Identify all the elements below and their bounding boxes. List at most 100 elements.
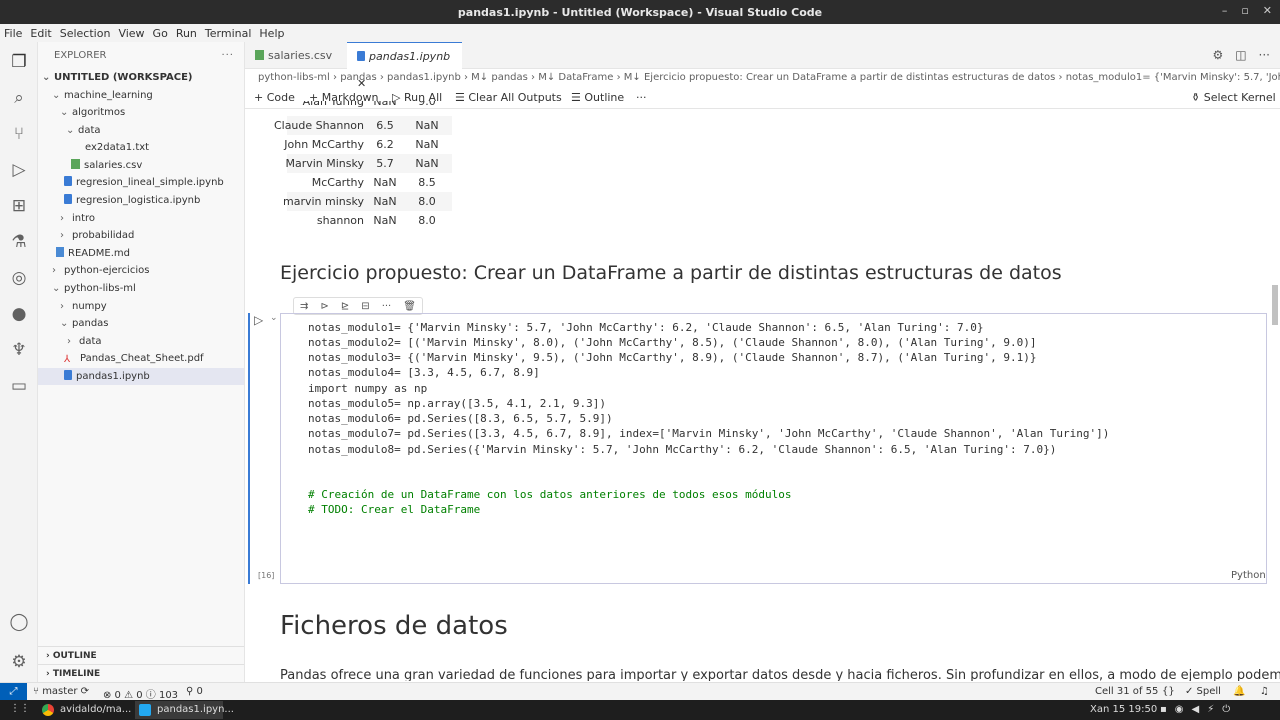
markdown-heading-ejercicio[interactable]: Ejercicio propuesto: Crear un DataFrame …: [280, 262, 1062, 284]
workspace-root[interactable]: ⌄ UNTITLED (WORKSPACE): [38, 69, 244, 86]
markdown-paragraph[interactable]: Pandas ofrece una gran variedad de funci…: [280, 668, 1280, 681]
chrome-icon: [42, 704, 54, 716]
settings-gear-icon[interactable]: ⚙: [7, 650, 31, 674]
explorer-title: EXPLORER: [54, 49, 107, 61]
search-icon[interactable]: ⌕: [7, 86, 31, 110]
select-kernel-button[interactable]: ⚱ Select Kernel: [1191, 90, 1276, 106]
outline-button[interactable]: ☰ Outline: [571, 90, 624, 106]
jupyter-icon[interactable]: ◎: [7, 266, 31, 290]
tree-file-readme[interactable]: README.md: [38, 245, 244, 262]
apps-grid-icon[interactable]: ⋮⋮: [10, 703, 30, 714]
extensions-icon[interactable]: ⊞: [7, 194, 31, 218]
cell-more-icon[interactable]: ···: [382, 301, 392, 312]
run-debug-icon[interactable]: ▷: [7, 158, 31, 182]
delete-cell-icon[interactable]: 🗑: [403, 301, 416, 312]
problems-status[interactable]: ⊗ 0 ⚠ 0 ⓘ 103: [103, 686, 178, 701]
tray-icons[interactable]: ▪◉◀⚡⏻: [1160, 704, 1238, 715]
layout-icon[interactable]: {}: [1162, 686, 1175, 697]
remote-icon[interactable]: ⤢: [0, 683, 27, 701]
menu-edit[interactable]: Edit: [26, 27, 55, 40]
branch-status[interactable]: ⑂ master ⟳: [33, 686, 89, 697]
code-line[interactable]: notas_modulo3= {('Marvin Minsky', 9.5), …: [308, 350, 1036, 365]
tree-folder-numpy[interactable]: › numpy: [38, 298, 244, 315]
table-row: shannon NaN 8.0: [316, 214, 436, 227]
tree-file-salaries[interactable]: salaries.csv: [38, 157, 244, 174]
execute-below-icon[interactable]: ⊵: [341, 301, 349, 312]
source-control-icon[interactable]: ⑂: [7, 122, 31, 146]
close-window-icon[interactable]: ✕: [1263, 4, 1272, 17]
tree-folder-pandas-data[interactable]: › data: [38, 333, 244, 350]
cell-chevron-icon[interactable]: ⌄: [270, 313, 278, 323]
tree-file-pandas1[interactable]: pandas1.ipynb: [38, 368, 244, 385]
code-line[interactable]: notas_modulo5= np.array([3.5, 4.1, 2.1, …: [308, 396, 606, 411]
markdown-file-icon: [56, 247, 64, 257]
minimize-icon[interactable]: –: [1222, 4, 1228, 17]
menu-run[interactable]: Run: [172, 27, 201, 40]
tree-folder-intro[interactable]: › intro: [38, 210, 244, 227]
execute-above-icon[interactable]: ⊳: [320, 301, 328, 312]
remote-explorer-icon[interactable]: ▭: [7, 374, 31, 398]
cell-language[interactable]: Python: [1231, 570, 1266, 581]
clock[interactable]: Xan 15 19:50: [1090, 704, 1157, 715]
run-cell-icon[interactable]: ▷: [254, 313, 263, 327]
markdown-heading-ficheros[interactable]: Ficheros de datos: [280, 611, 508, 641]
split-editor-icon[interactable]: ◫: [1235, 42, 1246, 69]
tab-pandas1[interactable]: pandas1.ipynb ✕: [347, 42, 462, 90]
menu-help[interactable]: Help: [255, 27, 288, 40]
code-line[interactable]: notas_modulo4= [3.3, 4.5, 6.7, 8.9]: [308, 365, 540, 380]
python-icon[interactable]: ♆: [7, 338, 31, 362]
taskbar-chrome[interactable]: avidaldo/ma...: [38, 701, 131, 719]
tree-folder-probabilidad[interactable]: › probabilidad: [38, 227, 244, 244]
clear-icon: ☰: [455, 91, 465, 104]
taskbar-vscode[interactable]: pandas1.ipyn...: [135, 701, 234, 719]
tree-folder-algoritmos[interactable]: ⌄ algoritmos: [38, 104, 244, 121]
code-line[interactable]: notas_modulo1= {'Marvin Minsky': 5.7, 'J…: [308, 320, 984, 335]
tree-file-regresion-lineal[interactable]: regresion_lineal_simple.ipynb: [38, 174, 244, 191]
tree-file-ex2data1[interactable]: ex2data1.txt: [38, 139, 244, 156]
menu-view[interactable]: View: [114, 27, 148, 40]
tree-folder-python-ejercicios[interactable]: › python-ejercicios: [38, 262, 244, 279]
code-line[interactable]: notas_modulo8= pd.Series({'Marvin Minsky…: [308, 442, 1056, 457]
tree-folder-machine-learning[interactable]: ⌄ machine_learning: [38, 87, 244, 104]
github-icon[interactable]: ●: [7, 302, 31, 326]
tree-file-regresion-logistica[interactable]: regresion_logistica.ipynb: [38, 192, 244, 209]
timeline-section[interactable]: › TIMELINE: [38, 664, 244, 682]
menu-terminal[interactable]: Terminal: [201, 27, 256, 40]
spell-status[interactable]: ✓ Spell: [1185, 686, 1221, 697]
tab-salaries[interactable]: salaries.csv: [245, 42, 345, 69]
notebook-file-icon: [64, 370, 72, 380]
menu-selection[interactable]: Selection: [56, 27, 115, 40]
code-line[interactable]: notas_modulo2= [('Marvin Minsky', 8.0), …: [308, 335, 1036, 350]
outline-section[interactable]: › OUTLINE: [38, 646, 244, 664]
more-actions-icon[interactable]: ···: [1259, 42, 1270, 69]
code-line[interactable]: notas_modulo6= pd.Series([8.3, 6.5, 5.7,…: [308, 411, 613, 426]
split-cell-icon[interactable]: ⊟: [361, 301, 369, 312]
tree-file-cheat-sheet[interactable]: ⅄ Pandas_Cheat_Sheet.pdf: [38, 350, 244, 367]
menu-file[interactable]: File: [0, 27, 26, 40]
restore-icon[interactable]: ▫: [1241, 4, 1248, 17]
more-icon[interactable]: ···: [221, 50, 234, 61]
settings-icon[interactable]: ⚙: [1212, 42, 1223, 69]
menu-go[interactable]: Go: [149, 27, 172, 40]
notifications-icon[interactable]: 🔔: [1233, 686, 1245, 697]
code-comment[interactable]: # TODO: Crear el DataFrame: [308, 502, 480, 517]
tree-folder-python-libs-ml[interactable]: ⌄ python-libs-ml: [38, 280, 244, 297]
pdf-file-icon: ⅄: [64, 354, 71, 365]
clear-outputs-button[interactable]: ☰ Clear All Outputs: [455, 90, 562, 106]
os-taskbar: ⋮⋮ avidaldo/ma... pandas1.ipyn... Xan 15…: [0, 700, 1280, 720]
tree-folder-data[interactable]: ⌄ data: [38, 122, 244, 139]
code-line[interactable]: import numpy as np: [308, 381, 427, 396]
toolbar-more-button[interactable]: ···: [636, 90, 647, 106]
breadcrumb[interactable]: python-libs-ml › pandas › pandas1.ipynb …: [245, 69, 1280, 87]
ports-status[interactable]: ⚲ 0: [186, 686, 203, 697]
account-icon[interactable]: ◯: [7, 610, 31, 634]
testing-icon[interactable]: ⚗: [7, 230, 31, 254]
code-line[interactable]: notas_modulo7= pd.Series([3.3, 4.5, 6.7,…: [308, 426, 1109, 441]
explorer-icon[interactable]: ❐: [7, 50, 31, 74]
tree-folder-pandas[interactable]: ⌄ pandas: [38, 315, 244, 332]
code-comment[interactable]: # Creación de un DataFrame con los datos…: [308, 487, 791, 502]
run-by-line-icon[interactable]: ⇉: [300, 301, 308, 312]
bell-icon[interactable]: ♫: [1260, 686, 1269, 697]
editor-scrollbar[interactable]: [1272, 285, 1278, 325]
cell-position[interactable]: Cell 31 of 55: [1095, 686, 1158, 697]
